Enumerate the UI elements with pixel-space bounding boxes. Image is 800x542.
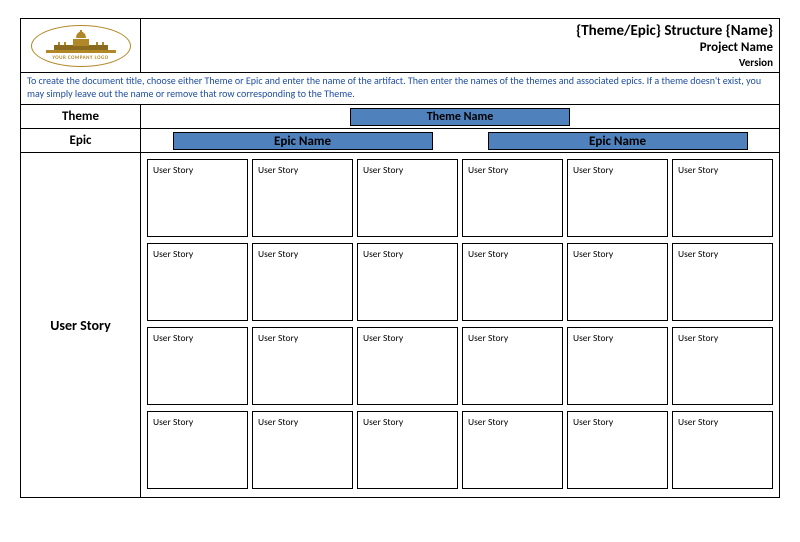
theme-content: Theme Name [141,105,779,128]
grid-row: User Story User Story User Story User St… [147,327,773,405]
user-story-card[interactable]: User Story [672,159,773,237]
user-story-card[interactable]: User Story [357,243,458,321]
company-logo: YOUR COMPANY LOGO [31,25,131,67]
grid-row: User Story User Story User Story User St… [147,411,773,489]
logo-cell: YOUR COMPANY LOGO [21,19,141,72]
user-story-card[interactable]: User Story [252,327,353,405]
epic-row: Epic Epic Name Epic Name [21,129,779,153]
user-story-card[interactable]: User Story [567,327,668,405]
user-story-card[interactable]: User Story [252,159,353,237]
doc-title: {Theme/Epic} Structure {Name} [141,22,773,40]
grid-row: User Story User Story User Story User St… [147,243,773,321]
user-story-card[interactable]: User Story [252,411,353,489]
epics-content: Epic Name Epic Name [141,129,779,152]
user-story-card[interactable]: User Story [462,411,563,489]
logo-text: YOUR COMPANY LOGO [52,55,108,61]
user-story-card[interactable]: User Story [567,411,668,489]
epic-label: Epic [21,129,141,152]
user-story-card[interactable]: User Story [147,411,248,489]
epic-name-pill-2[interactable]: Epic Name [488,132,748,150]
title-cell: {Theme/Epic} Structure {Name} Project Na… [141,19,779,72]
user-story-card[interactable]: User Story [567,159,668,237]
user-story-card[interactable]: User Story [672,327,773,405]
theme-label: Theme [21,105,141,128]
user-story-card[interactable]: User Story [672,243,773,321]
user-story-card[interactable]: User Story [357,411,458,489]
stories-row: User Story User Story User Story User St… [21,153,779,497]
user-story-card[interactable]: User Story [357,159,458,237]
user-story-card[interactable]: User Story [462,243,563,321]
user-story-card[interactable]: User Story [357,327,458,405]
theme-row: Theme Theme Name [21,105,779,129]
project-name: Project Name [141,40,773,56]
user-story-card[interactable]: User Story [147,243,248,321]
user-story-card[interactable]: User Story [252,243,353,321]
grid-row: User Story User Story User Story User St… [147,159,773,237]
user-story-card[interactable]: User Story [567,243,668,321]
theme-name-pill[interactable]: Theme Name [350,108,570,126]
epic-name-pill-1[interactable]: Epic Name [173,132,433,150]
version: Version [141,56,773,69]
user-story-card[interactable]: User Story [672,411,773,489]
instructions-text: To create the document title, choose eit… [21,73,779,105]
document-frame: YOUR COMPANY LOGO {Theme/Epic} Structure… [20,18,780,498]
user-story-card[interactable]: User Story [147,159,248,237]
user-story-card[interactable]: User Story [147,327,248,405]
header-row: YOUR COMPANY LOGO {Theme/Epic} Structure… [21,19,779,73]
user-story-label: User Story [21,153,141,497]
stories-grid: User Story User Story User Story User St… [141,153,779,497]
user-story-card[interactable]: User Story [462,159,563,237]
user-story-card[interactable]: User Story [462,327,563,405]
capitol-icon [46,30,116,54]
